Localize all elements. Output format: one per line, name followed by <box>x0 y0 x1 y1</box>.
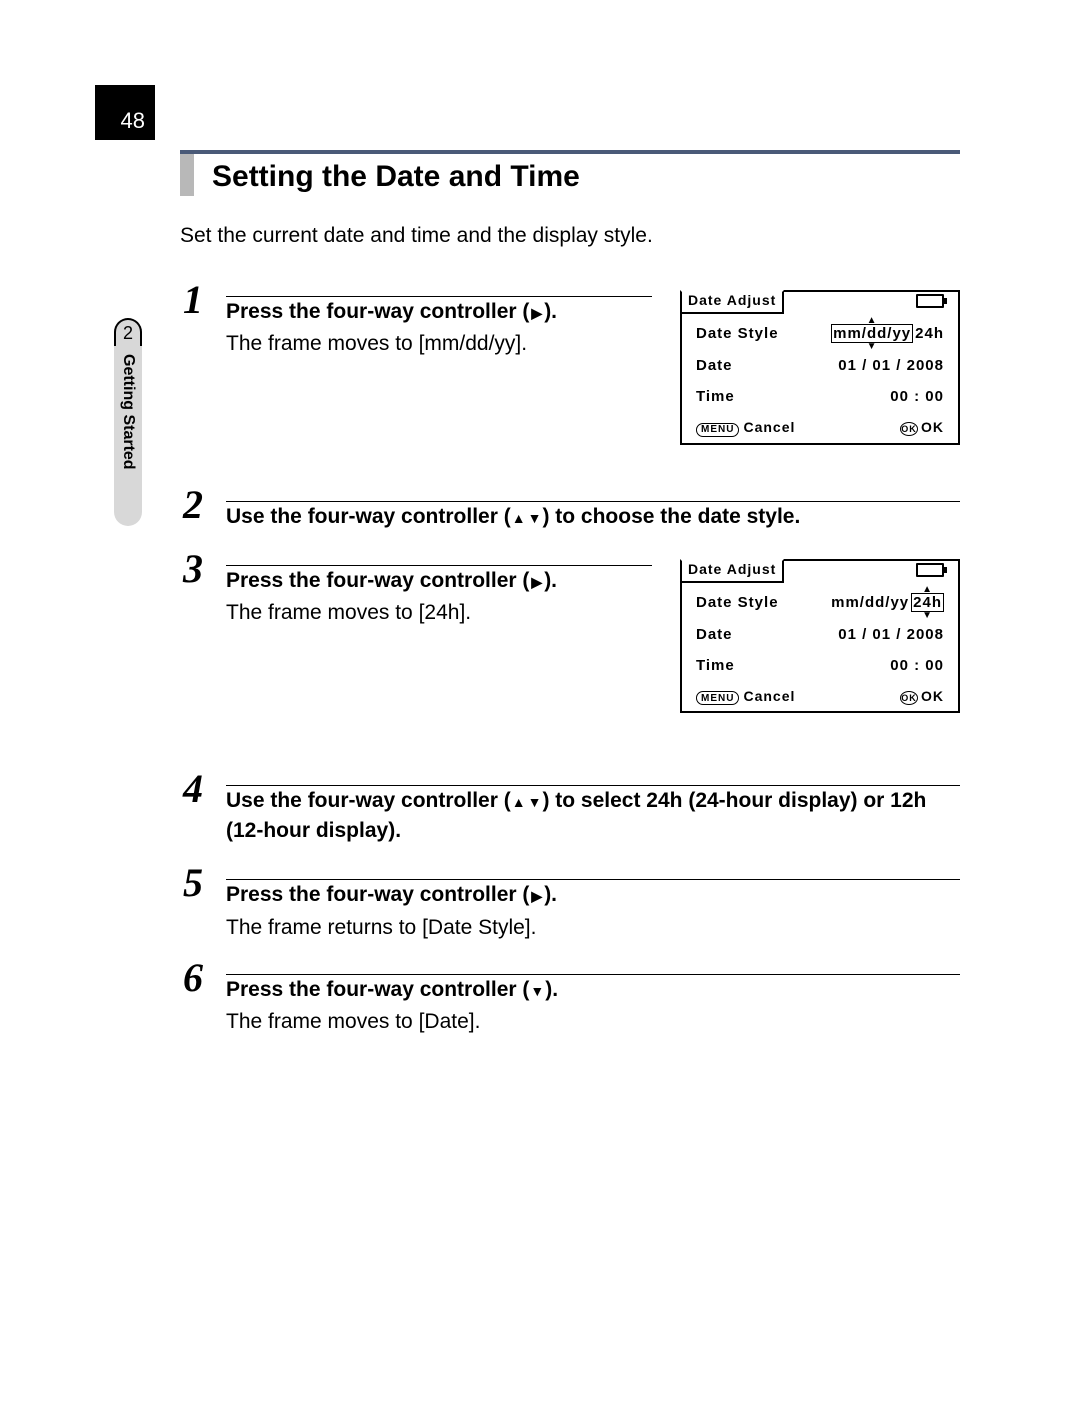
down-arrow-icon <box>527 789 543 812</box>
lcd-screen-2: Date Adjust Date Style mm/dd/yy ▲ 24h ▼ <box>680 559 960 714</box>
step-desc: The frame moves to [24h]. <box>226 601 652 625</box>
text: Use the four-way controller ( <box>226 505 511 528</box>
lcd-highlight-24h: ▲ 24h ▼ <box>911 593 944 612</box>
step-title: Press the four-way controller (). <box>226 566 652 595</box>
step-1: 1 Press the four-way controller (). The … <box>180 280 960 445</box>
lcd-value: mm/dd/yy <box>831 594 909 611</box>
text: Use the four-way controller ( <box>226 789 511 812</box>
lcd-tab: Date Adjust <box>680 290 784 314</box>
menu-pill-icon: MENU <box>696 691 739 705</box>
step-desc: The frame returns to [Date Style]. <box>226 916 960 940</box>
text: Cancel <box>743 419 795 435</box>
step-number: 5 <box>180 863 206 903</box>
text: Press the four-way controller ( <box>226 300 529 323</box>
lcd-tab: Date Adjust <box>680 559 784 583</box>
step-title: Press the four-way controller (). <box>226 975 960 1004</box>
step-title: Press the four-way controller (). <box>226 880 960 909</box>
step-title: Use the four-way controller () to select… <box>226 786 960 845</box>
text: ). <box>544 300 557 323</box>
intro-text: Set the current date and time and the di… <box>180 224 960 248</box>
step-5: 5 Press the four-way controller (). The … <box>180 863 960 939</box>
step-desc: The frame moves to [Date]. <box>226 1010 960 1034</box>
text: ). <box>545 978 558 1001</box>
section-title: Setting the Date and Time <box>202 154 960 200</box>
battery-icon <box>916 563 944 577</box>
page-number-text: 48 <box>121 108 145 134</box>
chapter-number: 2 <box>114 318 142 346</box>
up-arrow-icon: ▲ <box>922 584 933 595</box>
step-4: 4 Use the four-way controller () to sele… <box>180 769 960 845</box>
menu-pill-icon: MENU <box>696 423 739 437</box>
lcd-value: 00 : 00 <box>890 657 944 674</box>
lcd-cancel: MENU Cancel <box>696 688 795 706</box>
text: OK <box>921 419 944 435</box>
up-arrow-icon <box>511 505 527 528</box>
side-tab: 2 Getting Started <box>114 318 142 526</box>
step-title: Use the four-way controller ( ) to choose… <box>226 502 960 531</box>
ok-circle-icon: OK <box>900 691 918 705</box>
text: Press the four-way controller ( <box>226 883 529 906</box>
step-3: 3 Press the four-way controller (). The … <box>180 549 960 714</box>
lcd-cancel: MENU Cancel <box>696 419 795 437</box>
lcd-value: 01 / 01 / 2008 <box>838 626 944 643</box>
text: Press the four-way controller ( <box>226 978 529 1001</box>
text: OK <box>921 688 944 704</box>
step-6: 6 Press the four-way controller (). The … <box>180 958 960 1034</box>
right-arrow-icon <box>529 883 544 906</box>
text: Press the four-way controller ( <box>226 569 529 592</box>
right-arrow-icon <box>529 300 544 323</box>
up-arrow-icon <box>511 789 527 812</box>
step-number: 6 <box>180 958 206 998</box>
step-number: 2 <box>180 485 206 525</box>
up-arrow-icon: ▲ <box>867 315 878 326</box>
right-arrow-icon <box>529 569 544 592</box>
down-arrow-icon: ▼ <box>867 341 878 352</box>
text: ). <box>544 569 557 592</box>
section-heading: Setting the Date and Time <box>180 150 960 200</box>
ok-circle-icon: OK <box>900 422 918 436</box>
lcd-label: Date Style <box>696 594 779 611</box>
down-arrow-icon <box>529 978 545 1001</box>
battery-icon <box>916 294 944 308</box>
lcd-ok: OKOK <box>900 419 944 436</box>
lcd-value: 01 / 01 / 2008 <box>838 357 944 374</box>
lcd-value: 24h <box>913 594 942 611</box>
lcd-ok: OKOK <box>900 688 944 705</box>
lcd-value: mm/dd/yy <box>833 325 911 342</box>
lcd-highlight-mmddyy: ▲ mm/dd/yy ▼ <box>831 324 913 343</box>
lcd-value: 00 : 00 <box>890 388 944 405</box>
lcd-screen-1: Date Adjust Date Style ▲ mm/dd/yy ▼ 24h <box>680 290 960 445</box>
lcd-label: Date Style <box>696 325 779 342</box>
step-title: Press the four-way controller (). <box>226 297 652 326</box>
lcd-label: Date <box>696 626 733 643</box>
step-number: 3 <box>180 549 206 589</box>
chapter-label: Getting Started <box>114 346 142 526</box>
lcd-value: 24h <box>915 325 944 342</box>
text: ) to choose the date style. <box>542 505 800 528</box>
text: Cancel <box>743 688 795 704</box>
main-content: Setting the Date and Time Set the curren… <box>180 150 960 1034</box>
page-number: 48 <box>95 85 155 140</box>
step-2: 2 Use the four-way controller ( ) to choo… <box>180 485 960 531</box>
lcd-label: Date <box>696 357 733 374</box>
lcd-label: Time <box>696 657 735 674</box>
step-desc: The frame moves to [mm/dd/yy]. <box>226 332 652 356</box>
step-number: 1 <box>180 280 206 320</box>
text: ). <box>544 883 557 906</box>
down-arrow-icon <box>527 505 543 528</box>
step-number: 4 <box>180 769 206 809</box>
down-arrow-icon: ▼ <box>922 610 933 621</box>
lcd-label: Time <box>696 388 735 405</box>
